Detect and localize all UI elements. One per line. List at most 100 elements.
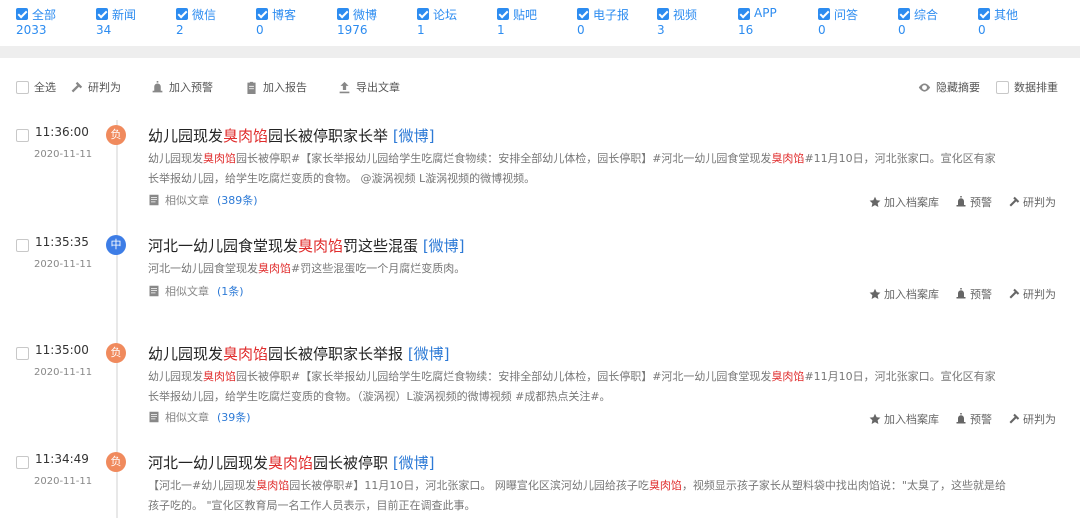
judge-label: 研判为 <box>1023 413 1056 426</box>
star-icon <box>869 196 881 207</box>
article-title[interactable]: 幼儿园现发臭肉馅园长被停职家长举报 [微博] <box>148 343 450 364</box>
similar-articles-link[interactable]: 相似文章 (389条) <box>148 192 258 208</box>
summary-keyword: 臭肉馅 <box>203 370 236 383</box>
checkbox-checked-icon[interactable] <box>818 8 830 20</box>
select-all-checkbox[interactable]: 全选 <box>16 76 56 98</box>
hammer-icon <box>71 81 83 92</box>
data-dedup-checkbox[interactable]: 数据排重 <box>996 76 1058 98</box>
filter-label: 其他 <box>994 8 1019 22</box>
filter-label: APP <box>754 6 777 20</box>
checkbox-checked-icon[interactable] <box>657 8 669 20</box>
alert-button[interactable]: 预警 <box>955 411 992 427</box>
source-tag[interactable]: [微博] <box>393 454 435 472</box>
article-date: 2020-11-11 <box>34 367 93 378</box>
article-summary: 幼儿园现发臭肉馅园长被停职#【家长举报幼儿园给学生吃腐烂食物续：安排全部幼儿体检… <box>148 367 1068 407</box>
add-archive-button[interactable]: 加入档案库 <box>869 194 939 210</box>
add-alert-button[interactable]: 加入预警 <box>151 76 213 98</box>
checkbox-checked-icon[interactable] <box>176 8 188 20</box>
filter-all[interactable]: 全部 2033 <box>16 6 96 40</box>
sentiment-negative-badge: 负 <box>106 125 126 145</box>
filter-label: 视频 <box>673 8 698 22</box>
filter-epaper[interactable]: 电子报 0 <box>577 6 657 40</box>
similar-articles-link[interactable]: 相似文章 (39条) <box>148 409 251 425</box>
filter-app[interactable]: APP 16 <box>738 6 818 40</box>
checkbox-checked-icon[interactable] <box>337 8 349 20</box>
checkbox-checked-icon[interactable] <box>497 8 509 20</box>
add-report-button[interactable]: 加入报告 <box>245 76 307 98</box>
article-actions: 加入档案库 预警 研判为 <box>853 194 1056 210</box>
checkbox-icon[interactable] <box>996 80 1009 94</box>
summary-keyword: 臭肉馅 <box>771 152 805 165</box>
section-divider <box>0 46 1080 58</box>
checkbox-checked-icon[interactable] <box>738 8 750 20</box>
source-tag[interactable]: [微博] <box>393 127 435 145</box>
filter-count: 0 <box>256 23 264 37</box>
similar-label: 相似文章 <box>165 285 209 298</box>
alert-button[interactable]: 预警 <box>955 194 992 210</box>
article-checkbox[interactable] <box>16 239 29 252</box>
data-dedup-label: 数据排重 <box>1014 81 1058 94</box>
judge-button[interactable]: 研判为 <box>1008 411 1056 427</box>
filter-general[interactable]: 综合 0 <box>898 6 978 40</box>
checkbox-checked-icon[interactable] <box>256 8 268 20</box>
summary-line: 河北一幼儿园食堂现发臭肉馅#罚这些混蛋吃一个月腐烂变质肉。 <box>148 259 1068 279</box>
alert-label: 预警 <box>970 413 992 426</box>
judge-button[interactable]: 研判为 <box>70 76 121 98</box>
checkbox-checked-icon[interactable] <box>898 8 910 20</box>
summary-line: 幼儿园现发臭肉馅园长被停职#【家长举报幼儿园给学生吃腐烂食物续：安排全部幼儿体检… <box>148 367 1068 387</box>
alert-button[interactable]: 预警 <box>955 286 992 302</box>
export-button[interactable]: 导出文章 <box>338 76 400 98</box>
filter-video[interactable]: 视频 3 <box>657 6 737 40</box>
filter-label: 微信 <box>192 8 217 22</box>
add-archive-button[interactable]: 加入档案库 <box>869 286 939 302</box>
title-text: 河北一幼儿园现发 <box>148 454 269 472</box>
article-checkbox[interactable] <box>16 456 29 469</box>
hide-summary-toggle[interactable]: 隐藏摘要 <box>918 76 980 98</box>
filter-label: 微博 <box>353 8 378 22</box>
filter-count: 1 <box>417 23 425 37</box>
title-keyword: 臭肉馅 <box>223 127 269 145</box>
summary-text: 园长被停职#【家长举报幼儿园给学生吃腐烂食物续：安排全部幼儿体检，园长停职】#河… <box>236 152 772 165</box>
judge-button[interactable]: 研判为 <box>1008 194 1056 210</box>
summary-keyword: 臭肉馅 <box>648 479 682 492</box>
article-title[interactable]: 幼儿园现发臭肉馅园长被停职家长举 [微博] <box>148 125 435 146</box>
hammer-icon <box>1009 413 1020 424</box>
filter-count: 0 <box>818 23 826 37</box>
checkbox-checked-icon[interactable] <box>577 8 589 20</box>
judge-button[interactable]: 研判为 <box>1008 286 1056 302</box>
article-item: 11:35:35 2020-11-11 中 河北一幼儿园食堂现发臭肉馅罚这些混蛋… <box>0 235 1080 315</box>
document-icon <box>149 411 159 423</box>
summary-text: ，视频显示孩子家长从塑料袋中找出肉馅说："太臭了，这些就是给 <box>681 479 1006 492</box>
checkbox-checked-icon[interactable] <box>96 8 108 20</box>
filter-wechat[interactable]: 微信 2 <box>176 6 256 40</box>
filter-news[interactable]: 新闻 34 <box>96 6 176 40</box>
checkbox-icon[interactable] <box>16 80 29 94</box>
article-checkbox[interactable] <box>16 347 29 360</box>
filter-label: 新闻 <box>112 8 137 22</box>
alarm-icon <box>956 196 966 207</box>
similar-articles-link[interactable]: 相似文章 (1条) <box>148 283 244 299</box>
filter-qa[interactable]: 问答 0 <box>818 6 898 40</box>
filter-count: 16 <box>738 23 754 37</box>
filter-weibo[interactable]: 微博 1976 <box>337 6 417 40</box>
judge-label: 研判为 <box>1023 196 1056 209</box>
article-title[interactable]: 河北一幼儿园食堂现发臭肉馅罚这些混蛋 [微博] <box>148 235 465 256</box>
checkbox-checked-icon[interactable] <box>16 8 28 20</box>
checkbox-checked-icon[interactable] <box>978 8 990 20</box>
add-archive-button[interactable]: 加入档案库 <box>869 411 939 427</box>
filter-label: 博客 <box>272 8 297 22</box>
summary-text: 园长被停职#】11月10日，河北张家口。 网曝宣化区滨河幼儿园给孩子吃 <box>289 479 649 492</box>
filter-tieba[interactable]: 贴吧 1 <box>497 6 577 40</box>
article-checkbox[interactable] <box>16 129 29 142</box>
source-tag[interactable]: [微博] <box>423 237 465 255</box>
similar-count: (39条) <box>217 411 251 424</box>
title-text: 罚这些混蛋 <box>343 237 419 255</box>
filter-blog[interactable]: 博客 0 <box>256 6 336 40</box>
article-title[interactable]: 河北一幼儿园现发臭肉馅园长被停职 [微博] <box>148 452 435 473</box>
source-tag[interactable]: [微博] <box>408 345 450 363</box>
alarm-icon <box>956 288 966 299</box>
checkbox-checked-icon[interactable] <box>417 8 429 20</box>
filter-forum[interactable]: 论坛 1 <box>417 6 497 40</box>
summary-text: 幼儿园现发 <box>148 152 203 165</box>
filter-other[interactable]: 其他 0 <box>978 6 1058 40</box>
